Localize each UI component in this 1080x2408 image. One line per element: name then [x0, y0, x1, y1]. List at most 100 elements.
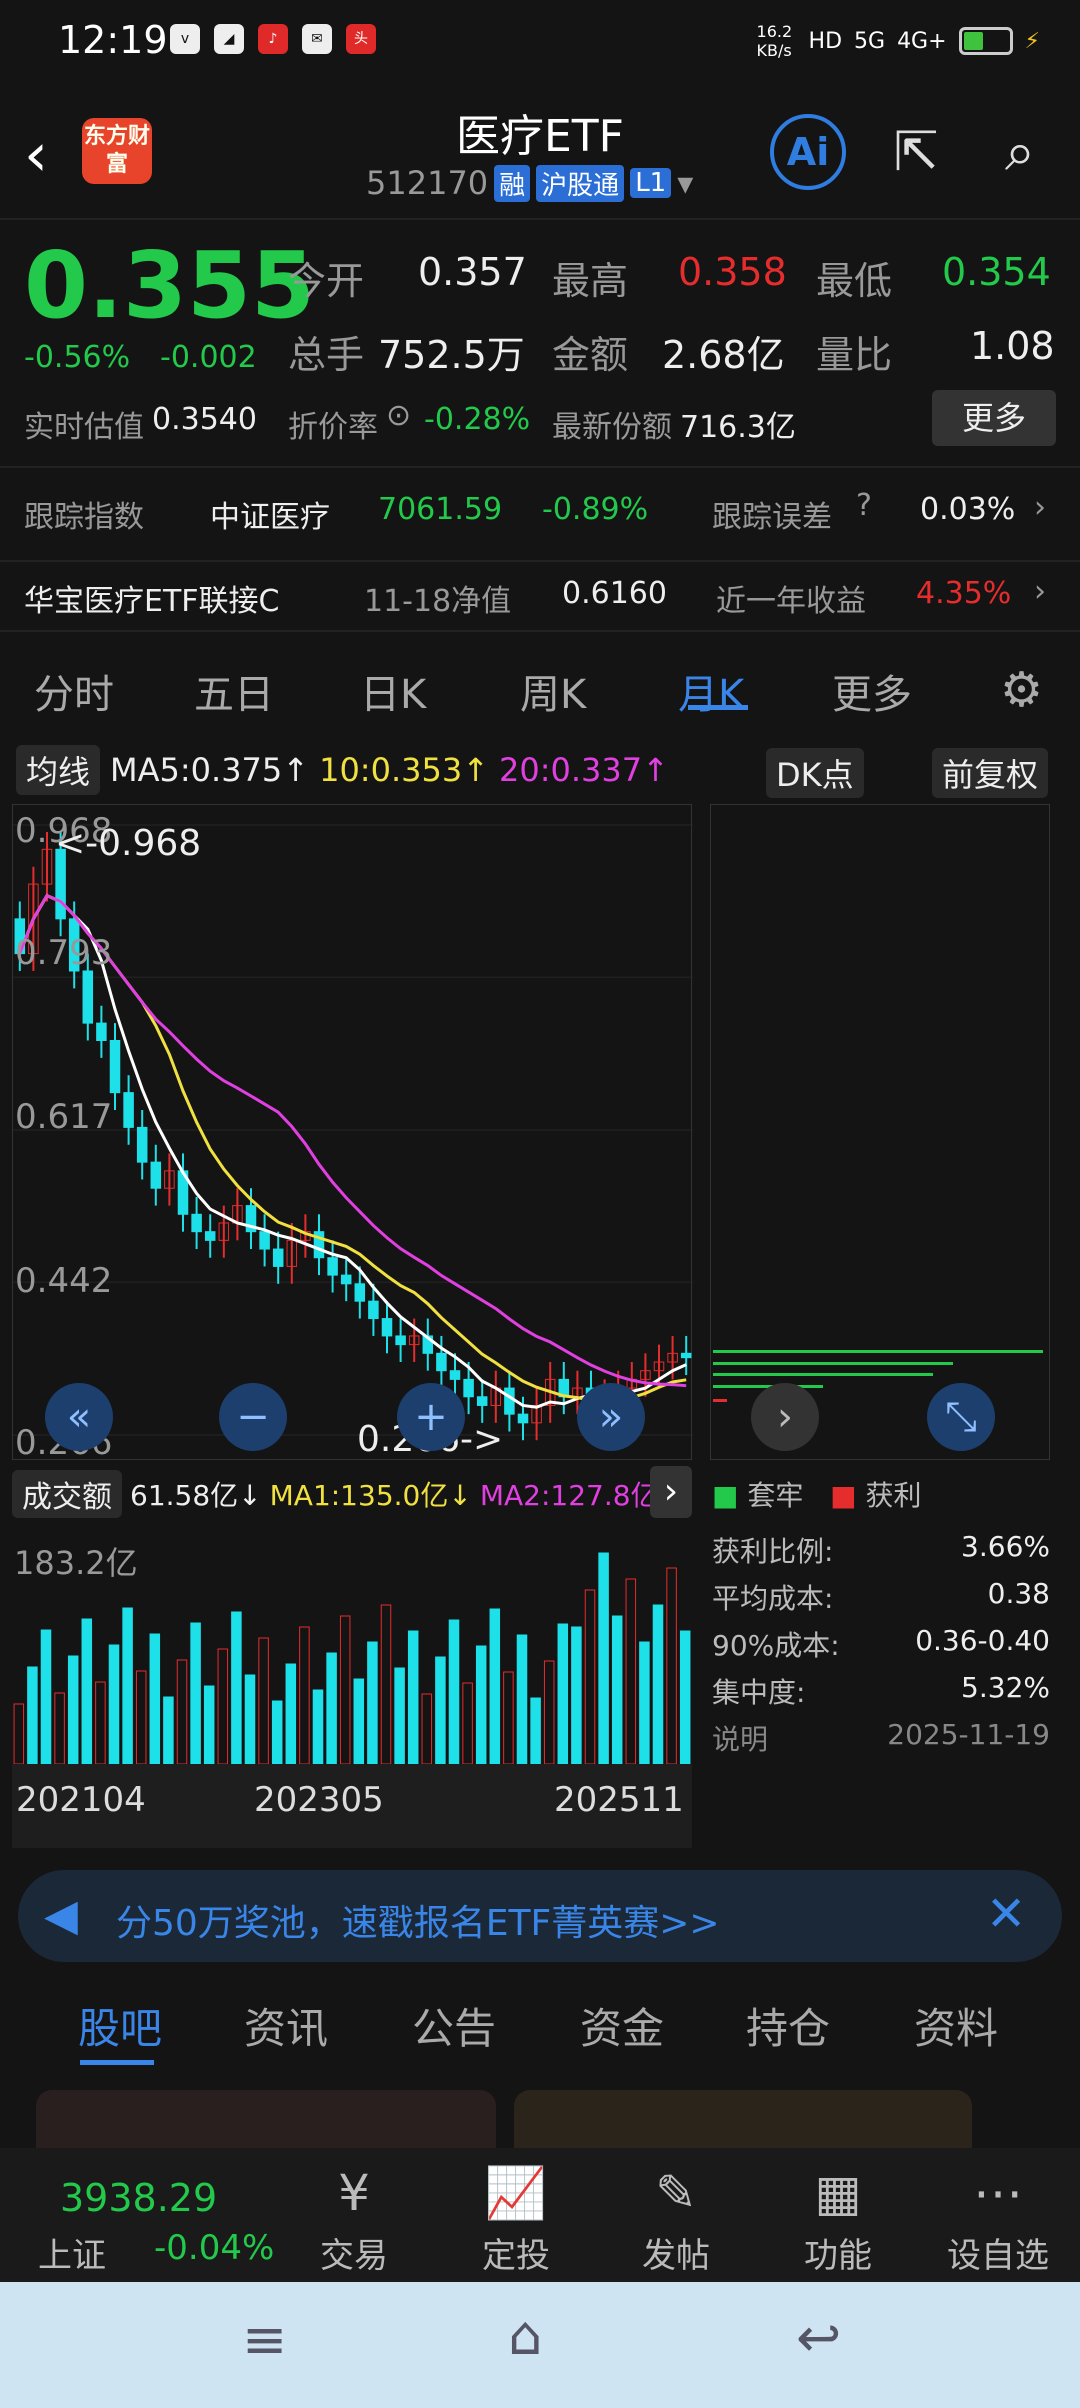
linked-fund-name[interactable]: 华宝医疗ETF联接C [24, 576, 279, 620]
volume-bar [421, 1693, 433, 1765]
ma-selector[interactable]: 均线 [16, 745, 101, 795]
volume-bar [557, 1623, 569, 1765]
volume-bar [339, 1615, 351, 1765]
tab-intraday[interactable]: 分时 [34, 662, 114, 720]
adjust-button[interactable]: 前复权 [932, 748, 1049, 798]
stat-value-3: 0.36-0.40 [915, 1624, 1050, 1657]
kline-chart[interactable]: 0.968 0.793 0.617 0.442 0.266 <-0.968 0.… [12, 804, 693, 1463]
candle [395, 1335, 406, 1346]
share-icon[interactable]: ⇱ [878, 114, 954, 190]
expand-icon[interactable]: ⤡ [927, 1383, 995, 1451]
nav-post-label: 发帖 [642, 2236, 710, 2276]
tab-holdings[interactable]: 持仓 [746, 1995, 830, 2056]
ytick-4: 0.442 [15, 1261, 113, 1301]
nav-invest[interactable]: 📈 定投 [456, 2158, 576, 2277]
share-label: 最新份额 [552, 410, 672, 445]
last-price: 0.355 [24, 232, 316, 339]
volume-bar [571, 1626, 582, 1765]
volume-bar [149, 1633, 161, 1765]
ai-button[interactable]: Ai [770, 114, 846, 190]
tab-funds[interactable]: 资金 [580, 1995, 664, 2056]
index-name: 上证 [38, 2236, 106, 2276]
card-1[interactable] [36, 2090, 496, 2148]
scroll-left-icon[interactable]: « [45, 1383, 113, 1451]
volume-chart[interactable]: 183.2亿 [12, 1524, 692, 1765]
charging-icon: ⚡ [1024, 28, 1040, 54]
volume-value: 752.5万 [378, 333, 525, 377]
tab-weekly[interactable]: 周K [520, 662, 586, 720]
tab-daily[interactable]: 日K [360, 662, 426, 720]
chevron-right-icon[interactable]: › [1034, 574, 1046, 609]
nav-trade-label: 交易 [320, 2236, 388, 2276]
x-tick-1: 202104 [16, 1780, 146, 1820]
volume-bar [40, 1629, 52, 1765]
chip-distribution: › ⤡ [710, 804, 1050, 1460]
candle [368, 1300, 379, 1320]
tab-notice[interactable]: 公告 [412, 1995, 496, 2056]
volume-bar [244, 1674, 256, 1765]
candle [381, 1318, 393, 1337]
more-button[interactable]: 更多 [932, 390, 1056, 446]
volume-bar [584, 1589, 596, 1765]
search-icon[interactable]: ⌕ [982, 114, 1058, 190]
track-value: 7061.59 [378, 492, 503, 527]
legend-profit: 获利 [865, 1479, 922, 1512]
tab-forum[interactable]: 股吧 [78, 1995, 162, 2056]
stock-code-row[interactable]: 512170 融 沪股通 L1 ▾ [366, 164, 693, 202]
ma10-value: 10:0.353↑ [319, 751, 489, 789]
volume-value: 61.58亿↓ [130, 1479, 262, 1512]
net-speed: 16.2 KB/s [756, 22, 793, 60]
gear-icon[interactable]: ⚙ [1000, 662, 1043, 718]
scroll-right-icon[interactable]: » [577, 1383, 645, 1451]
volume-bar [203, 1685, 215, 1765]
track-error-label: 跟踪误差 [712, 500, 832, 535]
candle [680, 1352, 692, 1359]
card-2[interactable] [514, 2090, 972, 2148]
tab-indicator [688, 705, 748, 710]
index-value[interactable]: 3938.29 [60, 2176, 217, 2220]
nav-post[interactable]: ✎ 发帖 [616, 2158, 736, 2277]
nav-trade[interactable]: ¥ 交易 [294, 2158, 414, 2277]
tag-level: L1 [630, 168, 672, 198]
volume-bar [95, 1681, 106, 1765]
megaphone-icon: ◀ [44, 1890, 78, 1941]
volume-bar [543, 1660, 555, 1765]
close-icon[interactable]: ✕ [986, 1886, 1026, 1942]
info-icon[interactable]: ⊙ [386, 398, 411, 433]
volume-bar [81, 1618, 93, 1765]
back-nav-icon[interactable]: ↩ [796, 2306, 841, 2369]
chevron-right-icon[interactable]: › [751, 1383, 819, 1451]
promo-banner[interactable]: ◀ 分50万奖池，速戳报名ETF菁英赛>> ✕ [18, 1870, 1062, 1962]
candle [272, 1248, 284, 1267]
tab-monthly[interactable]: 月K [678, 662, 744, 720]
zoom-out-icon[interactable]: − [219, 1383, 287, 1451]
candle [449, 1370, 461, 1380]
nav-watchlist[interactable]: ⋯ 设自选 [938, 2158, 1058, 2277]
volume-bar [380, 1604, 392, 1765]
dk-button[interactable]: DK点 [766, 748, 864, 798]
track-index[interactable]: 中证医疗 [210, 492, 330, 536]
discount-value: -0.28% [424, 402, 531, 437]
legend-trapped: 套牢 [747, 1479, 804, 1512]
home-icon[interactable]: ⌂ [508, 2304, 542, 2367]
volume-bar [353, 1678, 365, 1765]
candle [327, 1257, 338, 1276]
volume-bar [13, 1703, 25, 1765]
ytick-2: 0.793 [15, 933, 113, 973]
chip-note[interactable]: 说明 [712, 1718, 768, 1765]
expand-indicator-icon[interactable]: › [650, 1466, 692, 1518]
nav-function[interactable]: ▦ 功能 [778, 2158, 898, 2277]
volume-bar [448, 1619, 460, 1765]
chevron-right-icon[interactable]: › [1034, 490, 1046, 525]
menu-icon[interactable]: ≡ [242, 2308, 287, 2371]
zoom-in-icon[interactable]: + [397, 1383, 465, 1451]
tab-more[interactable]: 更多 [832, 662, 912, 720]
tab-profile[interactable]: 资料 [914, 1995, 998, 2056]
chip-date: 2025-11-19 [887, 1718, 1050, 1751]
volume-bar [217, 1648, 229, 1765]
help-icon[interactable]: ? [856, 488, 872, 523]
volume-selector[interactable]: 成交额 [12, 1470, 122, 1518]
tab-5day[interactable]: 五日 [194, 662, 274, 720]
tab-news[interactable]: 资讯 [244, 1995, 328, 2056]
iopv-label: 实时估值 [24, 410, 144, 445]
